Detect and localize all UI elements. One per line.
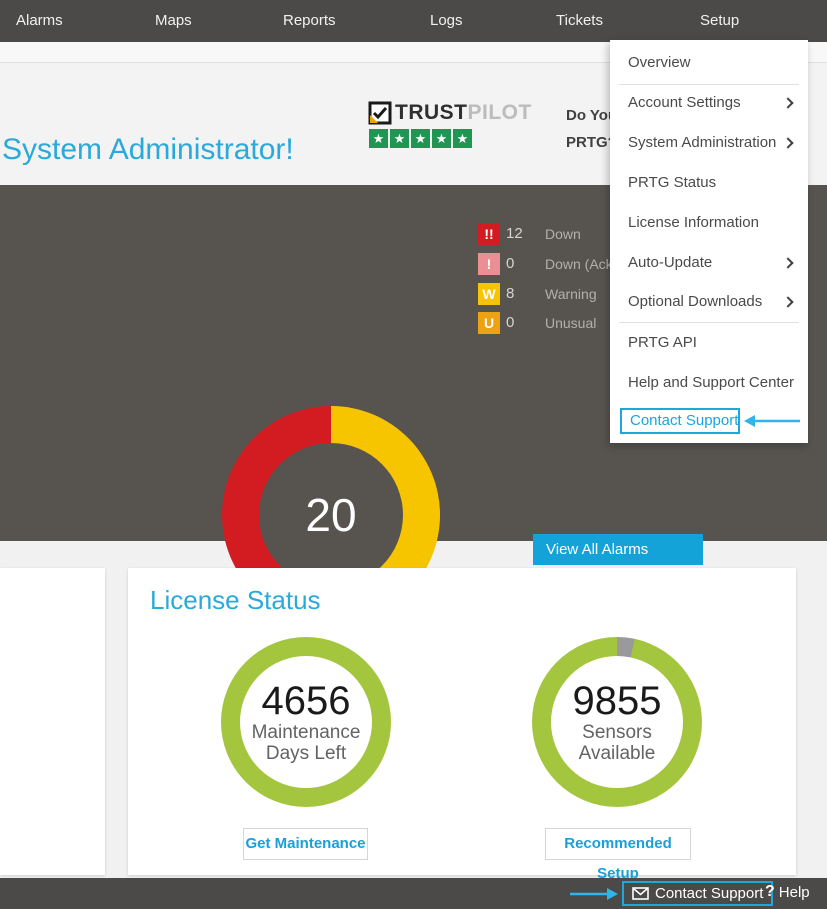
menu-item-prtg-api[interactable]: PRTG API [610,323,808,363]
view-all-alarms-button[interactable]: View All Alarms [533,534,703,565]
warning-label: Warning [545,286,597,302]
get-maintenance-button[interactable]: Get Maintenance [243,828,368,860]
maintenance-gauge-chart: 4656 Maintenance Days Left [221,637,391,807]
trustpilot-trust-text: TRUST [395,101,468,125]
down-label: Down [545,226,581,242]
nav-alarms[interactable]: Alarms [16,0,63,42]
help-question-icon: ? [765,883,775,901]
trustpilot-widget[interactable]: TRUSTPILOT ★ ★ ★ ★ ★ [368,100,532,148]
sensors-label-line2: Available [579,743,656,764]
down-count: 12 [506,225,523,242]
chevron-right-icon [782,137,793,148]
unusual-badge-icon: U [478,312,500,334]
warning-badge-icon: W [478,283,500,305]
nav-maps[interactable]: Maps [155,0,192,42]
alarms-donut-hole: 20 [259,443,403,587]
unusual-label: Unusual [545,315,596,331]
menu-item-label: Account Settings [628,94,741,111]
star-icon: ★ [432,129,451,148]
arrow-left-icon [744,412,802,430]
maintenance-label-line1: Maintenance [252,722,361,743]
sensors-label-line1: Sensors [582,722,652,743]
down-badge-icon: !! [478,223,500,245]
recommended-setup-button[interactable]: Recommended Setup [545,828,691,860]
envelope-icon [632,887,649,900]
down-ack-badge-icon: ! [478,253,500,275]
top-nav-bar: Alarms Maps Reports Logs Tickets Setup [0,0,827,42]
nav-tickets[interactable]: Tickets [556,0,603,42]
unusual-count: 0 [506,314,514,331]
chevron-right-icon [782,296,793,307]
menu-item-optional-downloads[interactable]: Optional Downloads [610,282,808,322]
chevron-right-icon [782,257,793,268]
sensors-available-value: 9855 [573,680,662,722]
license-status-card: License Status 4656 Maintenance Days Lef… [128,568,796,875]
menu-item-auto-update[interactable]: Auto-Update [610,243,808,283]
star-icon: ★ [411,129,430,148]
arrow-right-icon [570,886,618,902]
prtg-welcome-screen: Alarms Maps Reports Logs Tickets Setup S… [0,0,827,909]
trustpilot-pilot-text: PILOT [468,101,532,125]
warning-count: 8 [506,285,514,302]
nav-reports[interactable]: Reports [283,0,336,42]
nav-setup[interactable]: Setup [700,0,739,42]
setup-dropdown-menu: Overview Account Settings System Adminis… [610,40,808,443]
menu-item-label: Auto-Update [628,254,712,271]
footer-help-button[interactable]: ? Help [765,883,810,901]
footer-contact-support-button[interactable]: Contact Support [622,881,773,906]
alarms-total: 20 [305,488,356,542]
star-icon: ★ [453,129,472,148]
menu-item-label: Optional Downloads [628,293,762,310]
maintenance-days-value: 4656 [262,680,351,722]
menu-item-prtg-status[interactable]: PRTG Status [610,163,808,203]
license-status-title: License Status [150,585,321,616]
sensors-gauge-chart: 9855 Sensors Available [532,637,702,807]
footer-bar: Contact Support ? Help [0,878,827,909]
menu-item-license-information[interactable]: License Information [610,203,808,243]
trustpilot-check-icon [368,101,392,125]
menu-item-help-and-support-center[interactable]: Help and Support Center [610,363,808,403]
footer-contact-support-label: Contact Support [655,885,763,902]
trustpilot-stars: ★ ★ ★ ★ ★ [369,129,532,148]
maintenance-label-line2: Days Left [266,743,346,764]
menu-item-system-administration[interactable]: System Administration [610,123,808,163]
chevron-right-icon [782,97,793,108]
nav-logs[interactable]: Logs [430,0,463,42]
star-icon: ★ [390,129,409,148]
partial-card-left [0,568,105,875]
down-ack-count: 0 [506,255,514,272]
footer-help-label: Help [779,884,810,901]
star-icon: ★ [369,129,388,148]
menu-item-overview[interactable]: Overview [610,43,808,83]
page-title: System Administrator! [2,133,294,167]
menu-item-contact-support[interactable]: Contact Support [620,408,740,434]
menu-item-label: System Administration [628,134,776,151]
menu-item-account-settings[interactable]: Account Settings [610,83,808,123]
